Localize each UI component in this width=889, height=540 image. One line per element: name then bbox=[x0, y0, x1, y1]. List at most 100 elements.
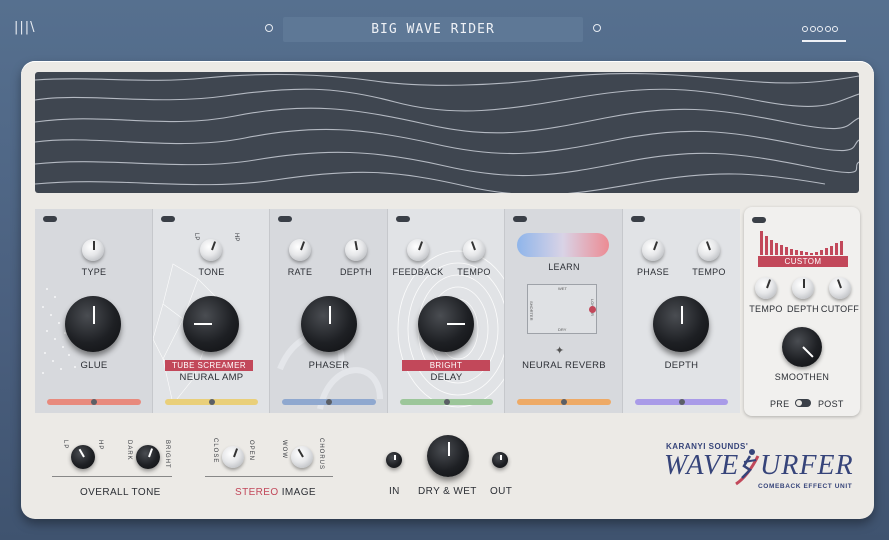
tone-color-knob[interactable] bbox=[136, 445, 160, 469]
logo-surfer: URFER bbox=[760, 450, 854, 481]
glue-label: GLUE bbox=[80, 360, 108, 371]
mode-tag[interactable]: CUSTOM bbox=[758, 256, 848, 267]
stereo-chorus-knob[interactable] bbox=[291, 446, 313, 468]
tone-hp-mark: HP bbox=[97, 440, 103, 451]
stereo-divider bbox=[205, 476, 333, 477]
dots-icon[interactable] bbox=[802, 19, 848, 42]
side-panel: CUSTOM TEMPO DEPTH CUTOFF SMOOTHEN PRE P… bbox=[744, 207, 860, 416]
side-tempo-knob[interactable] bbox=[755, 277, 777, 299]
tone-filter-knob[interactable] bbox=[71, 445, 95, 469]
dry-wet-label: DRY & WET bbox=[418, 486, 477, 497]
phase-knob[interactable] bbox=[642, 239, 664, 261]
top-bar: |||\ BIG WAVE RIDER bbox=[0, 0, 889, 58]
image-word: IMAGE bbox=[278, 487, 316, 498]
preset-next-dot[interactable] bbox=[593, 24, 601, 32]
stereo-image-label: STEREO IMAGE bbox=[235, 487, 316, 498]
stereo-wow-mark: WOW bbox=[281, 440, 287, 459]
module-color-strip bbox=[282, 399, 376, 405]
dry-wet-knob[interactable] bbox=[427, 435, 469, 477]
neural-amp-knob[interactable] bbox=[183, 296, 239, 352]
preset-prev-dot[interactable] bbox=[265, 24, 273, 32]
neural-amp-label: NEURAL AMP bbox=[179, 372, 244, 383]
module-color-strip bbox=[635, 399, 728, 405]
tone-hp-mark: HP bbox=[233, 233, 239, 242]
delay-tempo-knob[interactable] bbox=[463, 239, 485, 261]
side-depth-knob[interactable] bbox=[792, 277, 814, 299]
out-label: OUT bbox=[490, 486, 513, 497]
stereo-chorus-mark: CHORUS bbox=[318, 438, 324, 471]
menu-icon[interactable]: |||\ bbox=[14, 20, 36, 35]
tone-dark-mark: DARK bbox=[126, 440, 132, 461]
pad-shorter-label: SHORTER bbox=[529, 301, 534, 321]
preset-name-display[interactable]: BIG WAVE RIDER bbox=[283, 17, 583, 42]
phase-label: PHASE bbox=[636, 267, 669, 277]
wave-lines bbox=[35, 72, 859, 193]
phaser-depth-knob[interactable] bbox=[345, 239, 367, 261]
logo-subtitle: COMEBACK EFFECT UNIT bbox=[758, 483, 853, 490]
logo-wave: WAVE bbox=[664, 450, 740, 481]
pad-wet-label: WET bbox=[558, 286, 567, 291]
tone-label: TONE bbox=[198, 267, 225, 277]
phaser-label: PHASER bbox=[308, 360, 350, 371]
module-glue: TYPE GLUE bbox=[35, 209, 153, 413]
tone-knob[interactable] bbox=[200, 239, 222, 261]
surfer-icon bbox=[732, 446, 762, 488]
stereo-open-mark: OPEN bbox=[248, 440, 254, 462]
learn-button[interactable] bbox=[517, 233, 609, 257]
delay-mode-tag[interactable]: BRIGHT bbox=[402, 360, 490, 371]
pad-dry-label: DRY bbox=[558, 327, 567, 332]
feedback-knob[interactable] bbox=[407, 239, 429, 261]
input-knob[interactable] bbox=[386, 452, 402, 468]
in-label: IN bbox=[389, 486, 400, 497]
tone-bright-mark: BRIGHT bbox=[164, 440, 170, 469]
xy-pad-handle[interactable] bbox=[589, 306, 596, 313]
type-knob[interactable] bbox=[82, 239, 104, 261]
module-phaser: RATE DEPTH PHASER bbox=[270, 209, 388, 413]
module-color-strip bbox=[47, 399, 141, 405]
side-power-led[interactable] bbox=[752, 217, 766, 223]
eq-bars bbox=[760, 229, 848, 255]
neural-reverb-label: NEURAL REVERB bbox=[522, 360, 606, 371]
module-neural-reverb: LEARN WET DRY SHORTER LONGER ✦ NEURAL RE… bbox=[505, 209, 623, 413]
module-modulation: PHASE TEMPO DEPTH bbox=[623, 209, 740, 413]
module-neural-amp: LP HP TONE TUBE SCREAMER NEURAL AMP bbox=[153, 209, 270, 413]
rate-knob[interactable] bbox=[289, 239, 311, 261]
stereo-word: STEREO bbox=[235, 487, 279, 498]
phaser-knob[interactable] bbox=[301, 296, 357, 352]
cutoff-knob[interactable] bbox=[829, 277, 851, 299]
smoothen-knob[interactable] bbox=[782, 327, 822, 367]
mod-tempo-label: TEMPO bbox=[692, 267, 726, 277]
output-knob[interactable] bbox=[492, 452, 508, 468]
mod-depth-knob[interactable] bbox=[653, 296, 709, 352]
post-label: POST bbox=[818, 399, 844, 409]
module-delay: FEEDBACK TEMPO BRIGHT DELAY bbox=[388, 209, 505, 413]
mod-tempo-knob[interactable] bbox=[698, 239, 720, 261]
pre-label: PRE bbox=[770, 399, 790, 409]
learn-label: LEARN bbox=[548, 262, 580, 272]
delay-tempo-label: TEMPO bbox=[457, 267, 491, 277]
type-label: TYPE bbox=[81, 267, 107, 277]
glue-knob[interactable] bbox=[65, 296, 121, 352]
delay-knob[interactable] bbox=[418, 296, 474, 352]
module-power-led[interactable] bbox=[513, 216, 527, 222]
neural-amp-type-tag[interactable]: TUBE SCREAMER bbox=[165, 360, 253, 371]
module-color-strip bbox=[400, 399, 493, 405]
module-power-led[interactable] bbox=[43, 216, 57, 222]
reverb-xy-pad[interactable]: WET DRY SHORTER LONGER bbox=[527, 284, 597, 334]
stereo-width-knob[interactable] bbox=[222, 446, 244, 468]
wave-display bbox=[35, 72, 859, 193]
module-color-strip bbox=[517, 399, 611, 405]
smoothen-label: SMOOTHEN bbox=[774, 372, 830, 382]
delay-label: DELAY bbox=[430, 372, 463, 383]
effect-modules: TYPE GLUE LP HP TONE TUBE SCREAMER NEURA… bbox=[35, 209, 740, 413]
pre-post-toggle[interactable] bbox=[795, 399, 811, 407]
tone-lp-mark: LP bbox=[62, 440, 68, 450]
phaser-depth-label: DEPTH bbox=[339, 267, 372, 277]
feedback-label: FEEDBACK bbox=[392, 267, 444, 277]
stereo-close-mark: CLOSE bbox=[212, 438, 218, 464]
overall-tone-divider bbox=[52, 476, 172, 477]
module-power-led[interactable] bbox=[631, 216, 645, 222]
rate-label: RATE bbox=[287, 267, 313, 277]
overall-tone-label: OVERALL TONE bbox=[80, 487, 161, 498]
module-color-strip bbox=[165, 399, 258, 405]
